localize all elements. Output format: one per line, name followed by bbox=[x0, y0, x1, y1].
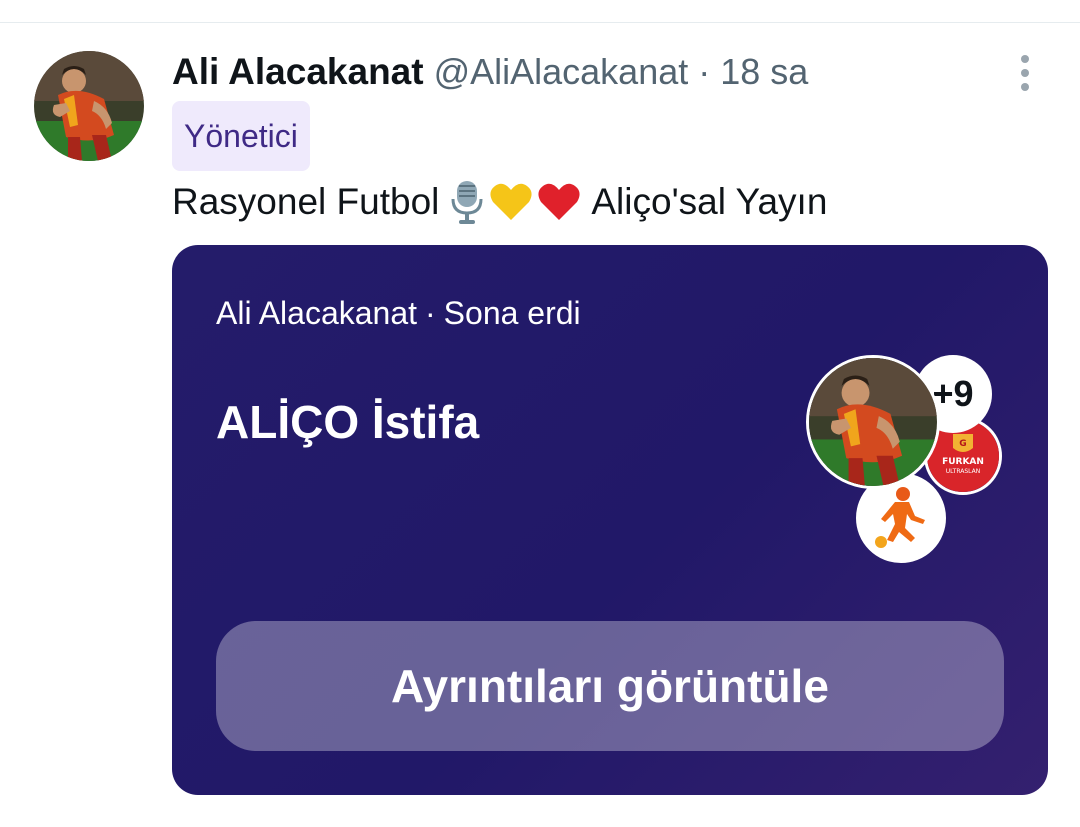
tweet-text: Rasyonel Futbol Aliço'sal Yayın bbox=[172, 177, 827, 227]
player-photo bbox=[34, 51, 144, 161]
author-avatar[interactable] bbox=[34, 51, 144, 161]
host-player-photo bbox=[809, 358, 937, 486]
space-status: Sona erdi bbox=[443, 295, 581, 331]
view-details-button[interactable]: Ayrıntıları görüntüle bbox=[216, 621, 1004, 751]
yellow-heart-icon bbox=[490, 183, 532, 220]
author-display-name[interactable]: Ali Alacakanat bbox=[172, 51, 424, 93]
author-handle[interactable]: @AliAlacakanat bbox=[434, 51, 689, 93]
svg-text:FURKAN: FURKAN bbox=[942, 457, 984, 467]
space-title: ALİÇO İstifa bbox=[216, 396, 480, 448]
tweet-header: Ali Alacakanat @AliAlacakanat · 18 sa bbox=[172, 49, 808, 95]
space-host-name: Ali Alacakanat bbox=[216, 295, 418, 331]
header-separator: · bbox=[698, 51, 711, 92]
more-options-icon[interactable] bbox=[1008, 53, 1042, 93]
tweet-timestamp[interactable]: 18 sa bbox=[720, 51, 808, 93]
space-meta: Ali Alacakanat · Sona erdi bbox=[216, 295, 581, 332]
red-heart-icon bbox=[538, 183, 580, 220]
spaces-card[interactable]: Ali Alacakanat · Sona erdi ALİÇO İstifa … bbox=[172, 245, 1048, 795]
top-divider bbox=[0, 0, 1080, 23]
svg-text:ULTRASLAN: ULTRASLAN bbox=[946, 468, 981, 475]
role-badge: Yönetici bbox=[172, 101, 310, 171]
space-meta-separator: · bbox=[425, 295, 436, 331]
svg-text:G: G bbox=[959, 439, 966, 449]
microphone-icon bbox=[451, 181, 483, 224]
tweet-text-end: Aliço'sal Yayın bbox=[591, 181, 828, 222]
tweet[interactable]: Ali Alacakanat @AliAlacakanat · 18 sa Yö… bbox=[0, 23, 1080, 827]
participant-avatar-host bbox=[806, 355, 940, 489]
tweet-text-start: Rasyonel Futbol bbox=[172, 181, 440, 222]
emoji-group bbox=[449, 179, 581, 225]
